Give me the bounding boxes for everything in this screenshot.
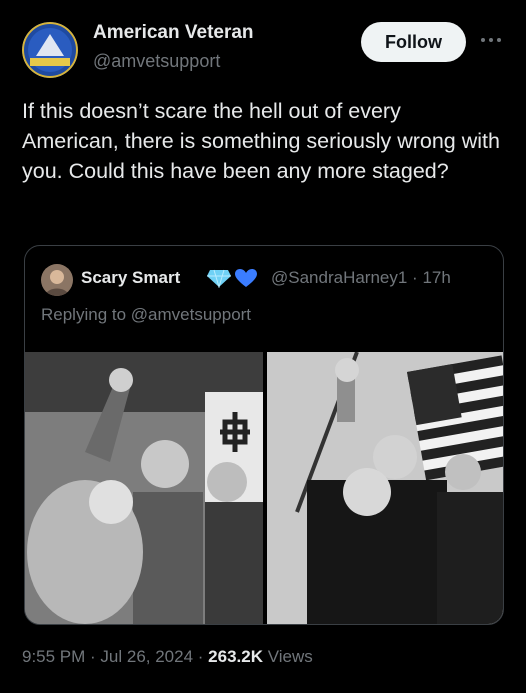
veteran-emblem-icon	[22, 22, 78, 78]
quote-author-avatar[interactable]	[41, 264, 73, 296]
quote-badges	[206, 268, 258, 293]
black-and-white-flag-photo[interactable]	[267, 352, 503, 624]
replying-to[interactable]: Replying to @amvetsupport	[41, 305, 251, 325]
black-and-white-rally-photo[interactable]	[25, 352, 263, 624]
author-name[interactable]: American Veteran	[93, 22, 254, 44]
follow-button[interactable]: Follow	[361, 22, 466, 62]
tweet-metadata: 9:55 PM · Jul 26, 2024 · 263.2K Views	[22, 647, 313, 667]
quote-handle-time[interactable]: @SandraHarney1 · 17h	[271, 268, 451, 288]
diamond-icon	[206, 268, 232, 293]
tweet-timestamp[interactable]: 9:55 PM · Jul 26, 2024 ·	[22, 647, 208, 666]
tweet-text: If this doesn’t scare the hell out of ev…	[22, 99, 500, 183]
quoted-tweet[interactable]: Scary Smart @SandraHarney1 · 17h Replyin…	[24, 245, 504, 625]
author-handle[interactable]: @amvetsupport	[93, 51, 220, 72]
blue-heart-icon	[234, 268, 258, 293]
more-options-icon[interactable]	[480, 30, 502, 48]
author-avatar[interactable]	[22, 22, 78, 78]
quote-author-name[interactable]: Scary Smart	[81, 268, 180, 288]
views-count: 263.2K	[208, 647, 263, 666]
views-label: Views	[262, 647, 313, 666]
